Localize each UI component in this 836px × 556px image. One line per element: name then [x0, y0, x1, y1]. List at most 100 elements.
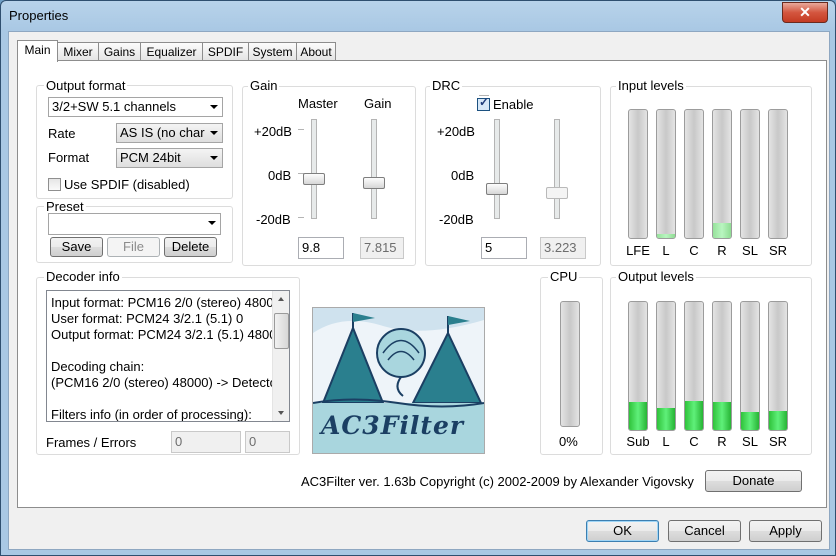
- drc-title: DRC: [430, 78, 463, 93]
- rate-label: Rate: [48, 126, 76, 141]
- window-title: Properties: [9, 8, 69, 23]
- level-meter-fill: [769, 411, 787, 430]
- decoder-info-scrollbar[interactable]: [272, 291, 289, 421]
- close-button[interactable]: ✕: [782, 2, 828, 23]
- slider-tick: [298, 129, 304, 130]
- level-meter-sl: [740, 109, 760, 239]
- gain-scale-mid: 0dB: [268, 168, 292, 183]
- level-meter-sr: [768, 109, 788, 239]
- level-meter-l: [656, 301, 676, 431]
- gain-title: Gain: [248, 78, 280, 93]
- copyright-text: AC3Filter ver. 1.63b Copyright (c) 2002-…: [301, 474, 694, 489]
- level-meter-c: [684, 301, 704, 431]
- preset-title: Preset: [44, 199, 86, 214]
- main-tab-panel: Output format 3/2+SW 5.1 channels Rate A…: [17, 60, 827, 508]
- gain-slider-thumb[interactable]: [363, 177, 385, 189]
- level-meter-fill: [629, 402, 647, 430]
- rate-select[interactable]: AS IS (no char: [116, 123, 223, 143]
- scrollbar-thumb[interactable]: [274, 313, 289, 349]
- decoder-info-text[interactable]: Input format: PCM16 2/0 (stereo) 48000 U…: [46, 290, 290, 422]
- drc-slider-thumb[interactable]: [486, 183, 508, 195]
- master-slider-thumb[interactable]: [303, 173, 325, 185]
- decoder-info-line: User format: PCM24 3/2.1 (5.1) 0: [51, 311, 244, 326]
- gain-slider-track: [371, 119, 377, 219]
- apply-button[interactable]: Apply: [749, 520, 822, 542]
- cpu-meter: [560, 301, 580, 427]
- drc-value-field[interactable]: 5: [481, 237, 527, 259]
- scroll-down-icon[interactable]: [278, 411, 284, 415]
- tab-about[interactable]: About: [296, 42, 336, 61]
- preset-delete-button[interactable]: Delete: [164, 237, 217, 257]
- gain-scale-bot: -20dB: [256, 212, 291, 227]
- decoder-info-line: Decoding chain:: [51, 359, 145, 374]
- level-meter-l: [656, 109, 676, 239]
- cpu-value: 0%: [559, 434, 578, 449]
- drc-readout-field: 3.223: [540, 237, 586, 259]
- level-label-lfe: LFE: [626, 243, 650, 258]
- level-label-sub: Sub: [626, 434, 650, 449]
- preset-save-button[interactable]: Save: [50, 237, 103, 257]
- output-levels-title: Output levels: [616, 269, 696, 284]
- level-meter-r: [712, 109, 732, 239]
- level-meter-fill: [657, 234, 675, 238]
- master-slider-track: [311, 119, 317, 219]
- master-value-field[interactable]: 9.8: [298, 237, 344, 259]
- level-meter-lfe: [628, 109, 648, 239]
- level-meter-sub: [628, 301, 648, 431]
- decoder-info-line: (PCM16 2/0 (stereo) 48000) -> Detecto: [51, 375, 277, 390]
- frames-field: 0: [171, 431, 241, 453]
- ok-button[interactable]: OK: [586, 520, 659, 542]
- drc-slider-track: [494, 119, 500, 219]
- level-label-c: C: [689, 434, 699, 449]
- decoder-info-title: Decoder info: [44, 269, 122, 284]
- format-select[interactable]: PCM 24bit: [116, 148, 223, 168]
- drc-readout-slider-track: [554, 119, 560, 219]
- level-label-l: L: [662, 243, 670, 258]
- drc-scale-top: +20dB: [437, 124, 475, 139]
- level-meter-c: [684, 109, 704, 239]
- cancel-button[interactable]: Cancel: [668, 520, 741, 542]
- level-meter-r: [712, 301, 732, 431]
- use-spdif-label: Use SPDIF (disabled): [64, 177, 190, 192]
- drc-scale-mid: 0dB: [451, 168, 475, 183]
- decoder-info-line: Input format: PCM16 2/0 (stereo) 48000: [51, 295, 281, 310]
- decoder-info-line: Output format: PCM24 3/2.1 (5.1) 48000: [51, 327, 284, 342]
- tab-gains[interactable]: Gains: [98, 42, 141, 61]
- chevron-down-icon: [210, 131, 218, 135]
- logo-wordmark: AC3Filter: [321, 411, 465, 440]
- level-meter-sr: [768, 301, 788, 431]
- tab-main[interactable]: Main: [17, 40, 58, 62]
- channels-select-value: 3/2+SW 5.1 channels: [52, 99, 176, 114]
- rate-select-value: AS IS (no char: [120, 125, 205, 140]
- drc-enable-checkbox[interactable]: ✓: [477, 95, 490, 111]
- level-meter-fill: [713, 402, 731, 430]
- tab-mixer[interactable]: Mixer: [57, 42, 99, 61]
- level-label-r: R: [717, 243, 727, 258]
- gain-value-field[interactable]: 7.815: [360, 237, 404, 259]
- tab-system[interactable]: System: [248, 42, 297, 61]
- level-label-sr: SR: [768, 434, 788, 449]
- donate-button[interactable]: Donate: [705, 470, 802, 492]
- level-label-sl: SL: [742, 243, 758, 258]
- level-label-c: C: [689, 243, 699, 258]
- ac3filter-logo: AC3Filter: [312, 307, 485, 454]
- level-meter-fill: [657, 408, 675, 430]
- tab-equalizer[interactable]: Equalizer: [140, 42, 203, 61]
- drc-scale-bot: -20dB: [439, 212, 474, 227]
- preset-combo[interactable]: [48, 213, 221, 235]
- tab-spdif[interactable]: SPDIF: [202, 42, 249, 61]
- preset-file-button[interactable]: File: [107, 237, 160, 257]
- title-bar[interactable]: Properties ✕: [1, 1, 835, 31]
- level-meter-fill: [685, 401, 703, 430]
- errors-field: 0: [245, 431, 290, 453]
- format-select-value: PCM 24bit: [120, 150, 181, 165]
- use-spdif-checkbox[interactable]: [48, 178, 61, 191]
- drc-enable-label: Enable: [493, 97, 534, 112]
- scroll-up-icon[interactable]: [278, 297, 284, 301]
- channels-select[interactable]: 3/2+SW 5.1 channels: [48, 97, 223, 117]
- format-label: Format: [48, 150, 90, 165]
- close-icon: ✕: [799, 4, 811, 20]
- level-label-r: R: [717, 434, 727, 449]
- drc-readout-slider-thumb: [546, 187, 568, 199]
- chevron-down-icon: [208, 221, 216, 225]
